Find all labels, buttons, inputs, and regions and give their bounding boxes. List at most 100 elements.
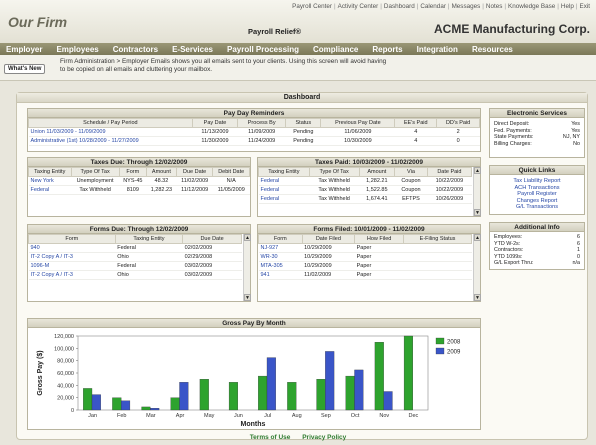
table-cell[interactable]: 1096-M xyxy=(28,261,116,271)
table-cell[interactable]: 941 xyxy=(258,270,303,280)
bar-2008-Jul xyxy=(258,375,268,411)
pay-day-reminders-title: Pay Day Reminders xyxy=(28,109,480,118)
top-link-7[interactable]: Help xyxy=(559,3,576,10)
info-value: No xyxy=(573,140,580,147)
scroll-up-icon[interactable]: ▲ xyxy=(474,167,481,174)
column-header: Date Paid xyxy=(426,167,473,177)
quick-links: Quick Links Tax Liability Report ACH Tran… xyxy=(489,165,585,215)
dashboard-title: Dashboard xyxy=(17,93,587,103)
top-link-2[interactable]: Dashboard xyxy=(382,3,417,10)
table-cell: 11/02/2009 xyxy=(176,176,213,186)
y-tick-label: 60,000 xyxy=(57,371,74,377)
table-cell: EFTPS xyxy=(394,194,428,204)
nav-item-0[interactable]: Employer xyxy=(6,45,42,54)
taxes-paid: Taxes Paid: 10/03/2009 - 11/02/2009 Taxi… xyxy=(257,157,481,217)
taxes-due-title: Taxes Due: Through 12/02/2009 xyxy=(28,158,250,167)
table-header-row: Schedule / Pay Period Pay Date Process By S… xyxy=(28,118,480,128)
app-header: Our Firm Payroll Center | Activity Center |… xyxy=(0,0,596,43)
additional-info: Additional Info Employees: 6 YTD W-2s: 6 Con… xyxy=(489,222,585,270)
table-cell[interactable]: 940 xyxy=(28,243,116,253)
table-cell[interactable]: IT-2 Copy A / IT-3 xyxy=(28,270,116,280)
scroll-down-icon[interactable]: ▼ xyxy=(244,294,251,301)
table-cell: 03/02/2009 xyxy=(182,261,242,271)
table-cell: 03/02/2009 xyxy=(182,270,242,280)
quick-link[interactable]: Payroll Register xyxy=(490,191,584,198)
table-cell: 10/29/2009 xyxy=(302,261,355,271)
y-tick-label: 100,000 xyxy=(54,346,74,352)
table-cell: 11/06/2009 xyxy=(320,127,395,137)
table-cell[interactable]: MTA-305 xyxy=(258,261,303,271)
column-header: Type Of Tax xyxy=(308,167,360,177)
top-link-5[interactable]: Notes xyxy=(484,3,504,10)
scroll-up-icon[interactable]: ▲ xyxy=(474,234,481,241)
nav-item-1[interactable]: Employees xyxy=(56,45,98,54)
table-cell[interactable]: Administrative (1st) 10/28/2009 - 11/27/… xyxy=(28,136,193,146)
quick-link[interactable]: Tax Liability Report xyxy=(490,178,584,185)
y-tick-label: 20,000 xyxy=(57,396,74,402)
table-cell: 10/29/2009 xyxy=(302,243,355,253)
scroll-down-icon[interactable]: ▼ xyxy=(474,294,481,301)
taxes-paid-scrollbar[interactable]: ▲ ▼ xyxy=(473,167,481,216)
table-cell[interactable]: Federal xyxy=(28,185,71,195)
tip-text: Firm Administration > Employer Emails sh… xyxy=(60,58,387,73)
table-cell: 4 xyxy=(394,127,437,137)
bar-2008-Nov xyxy=(374,342,384,411)
privacy-link[interactable]: Privacy Policy xyxy=(302,434,346,441)
forms-due-title: Forms Due: Through 12/02/2009 xyxy=(28,225,250,234)
footer: Terms of Use Privacy Policy xyxy=(0,434,596,441)
forms-filed-scrollbar[interactable]: ▲ ▼ xyxy=(473,234,481,301)
sub-bar: What's New Firm Administration > Employe… xyxy=(0,55,596,81)
nav-item-4[interactable]: Payroll Processing xyxy=(227,45,299,54)
nav-item-6[interactable]: Reports xyxy=(372,45,402,54)
top-link-6[interactable]: Knowledge Base xyxy=(506,3,557,10)
quick-link[interactable]: G/L Transactions xyxy=(490,204,584,211)
table-cell: Ohio xyxy=(115,270,183,280)
column-header: Via xyxy=(394,167,428,177)
top-link-4[interactable]: Messages xyxy=(450,3,483,10)
table-cell[interactable]: New York xyxy=(28,176,71,186)
table-header-row: Form Taxing Entity Due Date xyxy=(28,234,242,244)
terms-link[interactable]: Terms of Use xyxy=(250,434,291,441)
column-header: Date Filed xyxy=(301,234,356,244)
table-cell: 10/22/2009 xyxy=(427,176,472,186)
top-link-3[interactable]: Calendar xyxy=(418,3,448,10)
quick-link[interactable]: Changes Report xyxy=(490,198,584,205)
table-cell: Tax Withheld xyxy=(309,185,359,195)
nav-item-5[interactable]: Compliance xyxy=(313,45,358,54)
table-cell[interactable]: Federal xyxy=(258,176,310,186)
forms-due-scrollbar[interactable]: ▲ ▼ xyxy=(243,234,251,301)
table-cell xyxy=(403,243,472,253)
table-cell: 1,522.85 xyxy=(359,185,395,195)
table-cell: Coupon xyxy=(394,185,428,195)
quick-link[interactable]: ACH Transactions xyxy=(490,185,584,192)
nav-item-8[interactable]: Resources xyxy=(472,45,513,54)
column-header: Type Of Tax xyxy=(70,167,120,177)
table-cell[interactable]: IT-2 Copy A / IT-3 xyxy=(28,252,116,262)
table-cell: Paper xyxy=(354,243,404,253)
scroll-up-icon[interactable]: ▲ xyxy=(244,234,251,241)
table-cell[interactable]: Union 11/03/2009 - 11/09/2009 xyxy=(28,127,193,137)
table-cell: 02/29/2008 xyxy=(182,252,242,262)
table-cell: 11/02/2009 xyxy=(302,270,355,280)
table-cell[interactable]: WR-30 xyxy=(258,252,303,262)
table-cell[interactable]: Federal xyxy=(258,185,310,195)
nav-item-7[interactable]: Integration xyxy=(417,45,458,54)
gross-pay-svg: 0 20,000 40,000 60,000 80,000 100,000 120,000 J… xyxy=(37,334,461,428)
x-tick-label: Aug xyxy=(292,413,302,419)
top-link-0[interactable]: Payroll Center xyxy=(290,3,334,10)
top-link-8[interactable]: Exit xyxy=(578,3,593,10)
nav-item-3[interactable]: E-Services xyxy=(172,45,213,54)
table-cell[interactable]: NJ-927 xyxy=(258,243,303,253)
table-row: Union 11/03/2009 - 11/09/2009 11/13/2009 1… xyxy=(28,127,480,137)
nav-item-2[interactable]: Contractors xyxy=(113,45,158,54)
table-row: IT-2 Copy A / IT-3 Ohio 02/29/2008 xyxy=(28,252,242,262)
top-link-1[interactable]: Activity Center xyxy=(336,3,381,10)
bar-2009-Jul xyxy=(266,357,276,411)
table-cell: 02/02/2009 xyxy=(182,243,242,253)
column-header: Form xyxy=(258,234,303,244)
table-row: IT-2 Copy A / IT-3 Ohio 03/02/2009 xyxy=(28,270,242,280)
table-cell[interactable]: Federal xyxy=(258,194,310,204)
table-row: Administrative (1st) 10/28/2009 - 11/27/… xyxy=(28,136,480,146)
whats-new-button[interactable]: What's New xyxy=(4,64,46,74)
scroll-down-icon[interactable]: ▼ xyxy=(474,209,481,216)
